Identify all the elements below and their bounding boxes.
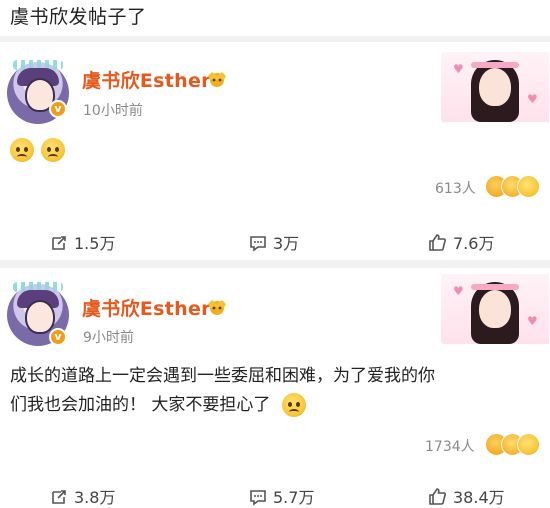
post-text-line: 成长的道路上一定会遇到一些委屈和困难，为了爱我的你 bbox=[10, 366, 435, 386]
repost-count: 3.8万 bbox=[74, 488, 116, 507]
reaction-count[interactable]: 613人 bbox=[435, 178, 476, 198]
verified-badge-icon: v bbox=[49, 328, 67, 346]
post-2[interactable]: v 虞书欣Esther 9小时前 ♥ ♥ 成长的道路上一定会遇到一些委屈和困难，… bbox=[0, 268, 550, 507]
post-1[interactable]: v 虞书欣Esther 10小时前 ♥ ♥ 613人 1.5万 3万 7.6万 bbox=[0, 42, 550, 260]
crown-icon bbox=[208, 72, 226, 87]
like-icon bbox=[429, 488, 446, 505]
reaction-count[interactable]: 1734人 bbox=[425, 436, 475, 456]
heart-icon: ♥ bbox=[453, 62, 464, 76]
post-content: 成长的道路上一定会遇到一些委屈和困难，为了爱我的你 们我也会加油的！ 大家不要担… bbox=[10, 362, 540, 420]
author-name[interactable]: 虞书欣Esther bbox=[82, 66, 211, 93]
post-text-line: 们我也会加油的！ 大家不要担心了 bbox=[10, 391, 540, 420]
comment-count: 3万 bbox=[273, 234, 300, 253]
post-time: 10小时前 bbox=[83, 103, 143, 119]
comment-count: 5.7万 bbox=[273, 488, 315, 507]
profile-card-image[interactable]: ♥ ♥ bbox=[441, 274, 549, 344]
smile-emoji-icon bbox=[517, 175, 540, 198]
comment-button[interactable]: 3万 bbox=[249, 230, 299, 254]
sad-emoji-icon bbox=[10, 138, 34, 162]
like-count: 38.4万 bbox=[453, 488, 505, 507]
like-button[interactable]: 7.6万 bbox=[428, 230, 494, 254]
sad-emoji-icon bbox=[41, 138, 66, 162]
comment-button[interactable]: 5.7万 bbox=[249, 484, 314, 508]
crown-icon bbox=[208, 300, 226, 315]
repost-button[interactable]: 1.5万 bbox=[50, 230, 115, 254]
author-name[interactable]: 虞书欣Esther bbox=[82, 294, 211, 321]
divider bbox=[0, 260, 550, 268]
heart-icon: ♥ bbox=[527, 92, 538, 106]
like-icon bbox=[429, 234, 446, 251]
repost-icon bbox=[52, 236, 66, 250]
page-title: 虞书欣发帖子了 bbox=[10, 6, 147, 28]
like-count: 7.6万 bbox=[453, 234, 495, 253]
verified-badge-icon: v bbox=[49, 100, 67, 118]
repost-icon bbox=[52, 490, 66, 504]
smile-emoji-icon bbox=[517, 433, 540, 456]
like-button[interactable]: 38.4万 bbox=[428, 484, 505, 508]
heart-icon: ♥ bbox=[527, 314, 538, 328]
heart-icon: ♥ bbox=[453, 284, 464, 298]
reaction-emojis[interactable] bbox=[485, 433, 545, 456]
comment-icon bbox=[250, 236, 266, 252]
reaction-emojis[interactable] bbox=[485, 175, 545, 198]
comment-icon bbox=[250, 490, 266, 506]
sad-emoji-icon bbox=[281, 393, 306, 417]
repost-button[interactable]: 3.8万 bbox=[50, 484, 115, 508]
repost-count: 1.5万 bbox=[74, 234, 116, 253]
profile-card-image[interactable]: ♥ ♥ bbox=[441, 52, 549, 122]
post-content bbox=[10, 136, 540, 165]
post-time: 9小时前 bbox=[83, 330, 134, 346]
